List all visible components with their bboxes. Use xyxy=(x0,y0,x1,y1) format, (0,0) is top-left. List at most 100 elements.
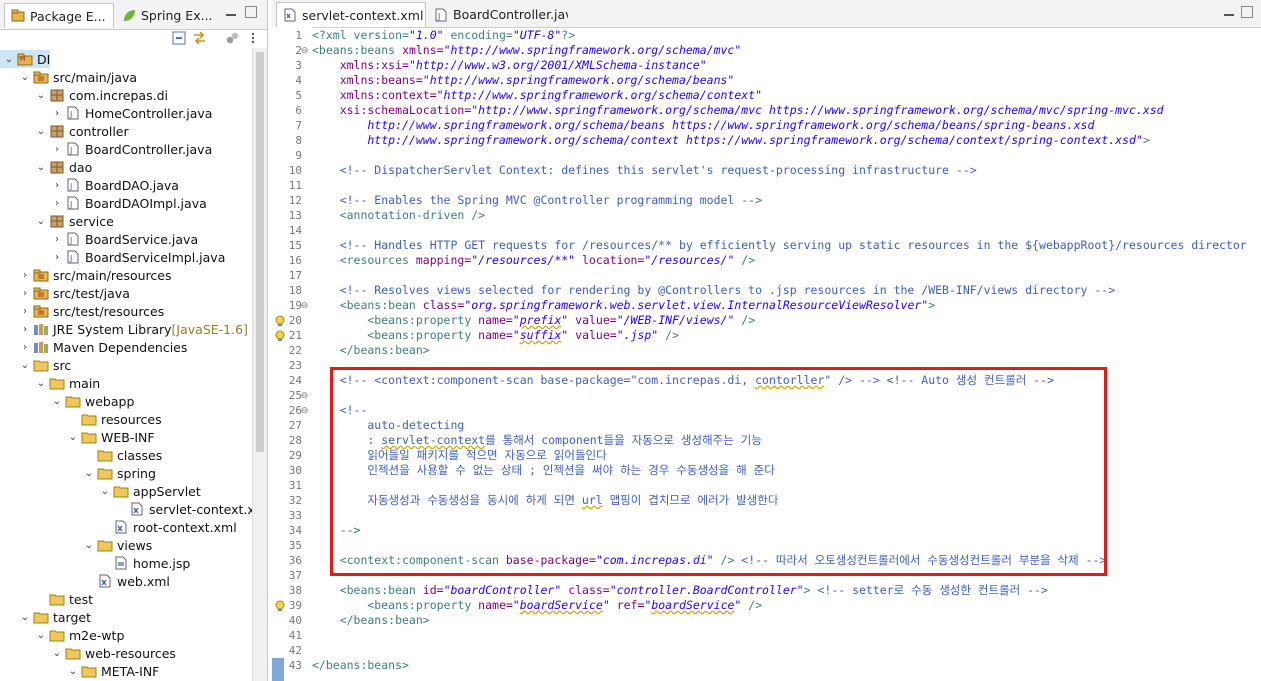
chevron-right-icon[interactable]: › xyxy=(52,234,62,245)
chevron-down-icon[interactable]: ⌄ xyxy=(36,378,46,389)
maximize-icon[interactable] xyxy=(1241,6,1253,18)
chevron-right-icon[interactable]: › xyxy=(52,252,62,263)
tab-servlet-context-xml[interactable]: servlet-context.xml ✕ xyxy=(276,2,426,27)
tree-item[interactable]: test xyxy=(0,590,93,608)
view-menu-icon[interactable] xyxy=(249,31,257,45)
fold-toggle-icon[interactable]: ⊖ xyxy=(299,298,310,313)
chevron-right-icon[interactable]: › xyxy=(52,198,62,209)
tree-item-label: home.jsp xyxy=(133,555,191,571)
chevron-down-icon[interactable]: ⌄ xyxy=(4,54,14,65)
link-with-editor-icon[interactable] xyxy=(192,31,207,45)
tree-item[interactable]: › J BoardController.java xyxy=(0,140,212,158)
chevron-right-icon[interactable]: › xyxy=(20,306,30,317)
tree-item-label: src/main/java xyxy=(53,69,138,85)
minimize-icon[interactable] xyxy=(1223,6,1235,18)
chevron-down-icon[interactable]: ⌄ xyxy=(20,360,30,371)
fold-toggle-icon[interactable]: ⊖ xyxy=(299,388,310,403)
code-token: class= xyxy=(561,583,610,597)
tab-boardcontroller-java[interactable]: J BoardController.java xyxy=(428,2,568,27)
chevron-right-icon[interactable]: › xyxy=(52,180,62,191)
chevron-down-icon[interactable]: ⌄ xyxy=(52,396,62,407)
tree-item[interactable]: › src/test/resources xyxy=(0,302,164,320)
chevron-right-icon[interactable]: › xyxy=(20,324,30,335)
tree-item[interactable]: web.xml xyxy=(0,572,170,590)
folder-icon xyxy=(97,448,113,462)
warning-bulb-icon[interactable] xyxy=(274,315,286,327)
chevron-down-icon[interactable]: ⌄ xyxy=(52,648,62,659)
tab-package-explorer[interactable]: Package E... ✕ xyxy=(4,3,114,28)
warning-bulb-icon[interactable] xyxy=(274,330,286,342)
tree-item[interactable]: › src/main/resources xyxy=(0,266,171,284)
fold-toggle-icon[interactable]: ⊖ xyxy=(299,403,310,418)
chevron-down-icon[interactable]: ⌄ xyxy=(68,666,78,677)
chevron-down-icon[interactable]: ⌄ xyxy=(36,90,46,101)
chevron-right-icon[interactable]: › xyxy=(20,270,30,281)
warning-bulb-icon[interactable] xyxy=(274,600,286,612)
chevron-down-icon[interactable]: ⌄ xyxy=(36,630,46,641)
chevron-down-icon[interactable]: ⌄ xyxy=(84,540,94,551)
tree-scrollbar[interactable] xyxy=(252,48,267,681)
tree-item[interactable]: root-context.xml xyxy=(0,518,237,536)
tree-item[interactable]: ⌄ spring xyxy=(0,464,156,482)
tree-item[interactable]: resources xyxy=(0,410,162,428)
spelling-underline: boardService xyxy=(651,598,735,612)
tree-item[interactable]: › J BoardServiceImpl.java xyxy=(0,248,225,266)
tree-item[interactable]: › src/test/java xyxy=(0,284,130,302)
tree-item[interactable]: ⌄ appServlet xyxy=(0,482,201,500)
tree-item[interactable]: › JRE System Library [JavaSE-1.6] xyxy=(0,320,248,338)
chevron-down-icon[interactable]: ⌄ xyxy=(36,126,46,137)
chevron-right-icon[interactable]: › xyxy=(52,108,62,119)
fold-toggle-icon[interactable]: ⊖ xyxy=(299,43,310,58)
chevron-right-icon[interactable]: › xyxy=(52,144,62,155)
collapse-all-icon[interactable] xyxy=(171,31,186,45)
maximize-icon[interactable] xyxy=(245,6,257,18)
chevron-down-icon[interactable]: ⌄ xyxy=(84,468,94,479)
chevron-down-icon[interactable]: ⌄ xyxy=(68,432,78,443)
tree-item[interactable]: classes xyxy=(0,446,162,464)
chevron-down-icon[interactable]: ⌄ xyxy=(36,162,46,173)
tree-item[interactable]: ⌄ src/main/java xyxy=(0,68,137,86)
chevron-down-icon[interactable]: ⌄ xyxy=(36,216,46,227)
code-token: "1.0" xyxy=(408,28,444,42)
scrollbar-thumb[interactable] xyxy=(256,52,264,452)
tree-item[interactable]: ⌄ views xyxy=(0,536,153,554)
chevron-right-icon[interactable]: › xyxy=(20,342,30,353)
tree-item[interactable]: › Maven Dependencies xyxy=(0,338,187,356)
minimize-icon[interactable] xyxy=(225,6,237,18)
tree-item[interactable]: › J BoardDAOImpl.java xyxy=(0,194,207,212)
tree-item[interactable]: › J HomeController.java xyxy=(0,104,212,122)
tree-item[interactable]: ⌄ META-INF xyxy=(0,662,160,680)
tree-item[interactable]: ⌄ M DI xyxy=(0,50,51,68)
code-line: <?xml version="1.0" encoding="UTF-8"?> xyxy=(312,28,575,43)
tree-item[interactable]: › J BoardService.java xyxy=(0,230,198,248)
tree-item-label: Maven Dependencies xyxy=(53,339,188,355)
chevron-down-icon[interactable]: ⌄ xyxy=(20,72,30,83)
chevron-right-icon[interactable]: › xyxy=(20,288,30,299)
tab-spring-explorer[interactable]: Spring Ex... xyxy=(116,3,216,28)
tree-item[interactable]: ⌄ m2e-wtp xyxy=(0,626,125,644)
chevron-down-icon[interactable]: ⌄ xyxy=(20,612,30,623)
code-line: <beans:property name="suffix" value=".js… xyxy=(312,328,679,343)
tree-item[interactable]: ⌄ main xyxy=(0,374,100,392)
tree-item[interactable]: ⌄ dao xyxy=(0,158,92,176)
tree-item[interactable]: servlet-context.xml xyxy=(0,500,252,518)
tree-item[interactable]: ⌄ service xyxy=(0,212,114,230)
close-icon[interactable]: ✕ xyxy=(112,9,113,23)
tree-item[interactable]: ⌄ com.increpas.di xyxy=(0,86,168,104)
java-file-icon: J xyxy=(434,8,448,22)
tree-item[interactable]: ⌄ controller xyxy=(0,122,129,140)
tree-item[interactable]: › J BoardDAO.java xyxy=(0,176,179,194)
tree-item[interactable]: ⌄ web-resources xyxy=(0,644,176,662)
tree-item[interactable]: ⌄ target xyxy=(0,608,91,626)
code-line: xmlns:beans="http://www.springframework.… xyxy=(312,73,735,88)
code-line: <!-- xyxy=(312,403,368,418)
xml-source-editor[interactable]: <?xml version="1.0" encoding="UTF-8"?> <b… xyxy=(312,27,1261,681)
focus-icon[interactable] xyxy=(224,31,239,45)
code-token: class= xyxy=(422,298,465,312)
tree-item[interactable]: home.jsp xyxy=(0,554,190,572)
tree-item[interactable]: ⌄ WEB-INF xyxy=(0,428,155,446)
tree-item[interactable]: ⌄ src xyxy=(0,356,71,374)
tree-item[interactable]: ⌄ webapp xyxy=(0,392,135,410)
chevron-down-icon[interactable]: ⌄ xyxy=(100,486,110,497)
